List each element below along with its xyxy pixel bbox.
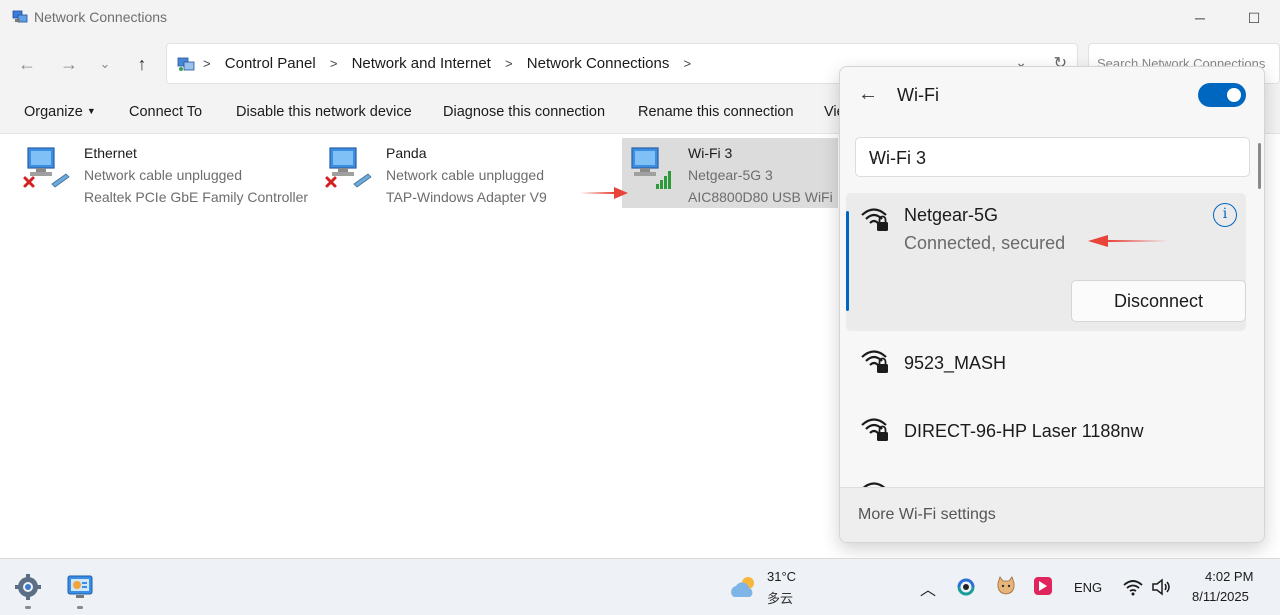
tap-adapter-icon [325,147,372,188]
chevron-down-icon: ⌄ [869,149,880,164]
adapter-device: TAP-Windows Adapter V9 [386,189,547,205]
network-list-item[interactable]: 9523_MASH [846,333,1246,393]
disconnect-button[interactable]: Disconnect [1071,280,1246,322]
network-list-item[interactable]: DIRECT-96-HP Laser 1188nw [846,401,1246,461]
partly-cloudy-icon[interactable] [728,573,760,601]
wifi-secured-icon [861,350,888,373]
info-icon[interactable]: i [1213,203,1237,227]
toggle-knob [1227,88,1241,102]
control-panel-taskbar-icon[interactable] [66,574,94,600]
adapter-tile-wifi-3[interactable]: Wi-Fi 3 Netgear-5G 3 AIC8800D80 USB WiFi [622,138,838,208]
organize-button[interactable]: Organize ▼ [24,104,96,120]
connection-state: Connected, secured [904,233,1066,253]
weather-description[interactable]: 多云 [767,588,793,607]
running-indicator [25,606,31,609]
network-ssid: 9523_MASH [904,353,1007,373]
annotation-arrow-icon [580,187,628,199]
wifi-toggle[interactable] [1198,83,1246,107]
connected-ssid: Netgear-5G [904,205,999,225]
adapter-status: Netgear-5G 3 [688,167,773,183]
clock-date[interactable]: 8/11/2025 [1192,589,1249,604]
breadcrumb-network-and-internet[interactable]: Network and Internet [352,55,491,72]
connect-to-button[interactable]: Connect To [129,104,202,120]
control-panel-icon [177,57,195,71]
red-app-tray-icon[interactable] [1033,576,1053,596]
flyout-title: Wi-Fi [897,85,939,105]
taskbar: 31°C 多云 ︿ ENG 4:02 PM 8/11/2025 [0,558,1280,615]
adapter-status: Network cable unplugged [84,167,242,183]
wifi-tray-icon[interactable] [1123,578,1143,596]
minimize-button[interactable]: ─ [1190,8,1210,28]
volume-tray-icon[interactable] [1151,578,1171,596]
wifi-secured-icon [861,418,888,441]
breadcrumb: > Control Panel > Network and Internet >… [203,55,692,72]
forward-button[interactable]: → [57,52,81,76]
adapter-name: Ethernet [84,145,137,161]
caret-down-icon: ▼ [86,106,96,116]
diagnose-button[interactable]: Diagnose this connection [443,104,605,120]
window-title: Network Connections [34,9,168,25]
network-ssid: DIRECT-96-HP Laser 1188nw [904,421,1144,441]
connected-network[interactable]: Netgear-5G Connected, secured i Disconne… [846,193,1246,331]
clock-time[interactable]: 4:02 PM [1205,569,1253,584]
adapter-name: Panda [386,145,427,161]
wifi-flyout: ← Wi-Fi Wi-Fi 3 ⌄ Netgear-5G Connected, … [839,66,1265,543]
breadcrumb-network-connections[interactable]: Network Connections [527,55,670,72]
show-hidden-icons-chevron-icon[interactable]: ︿ [920,576,936,600]
adapter-status: Network cable unplugged [386,167,544,183]
adapter-tile-ethernet[interactable]: Ethernet Network cable unplugged Realtek… [18,138,308,208]
adapter-select[interactable]: Wi-Fi 3 ⌄ [855,137,1250,177]
flyout-footer: More Wi-Fi settings [840,487,1264,542]
selection-accent [846,211,849,311]
title-bar: Network Connections ─ ☐ [0,0,1280,36]
adapter-tile-panda[interactable]: Panda Network cable unplugged TAP-Window… [320,138,570,208]
running-indicator [77,606,83,609]
app-tray-icon[interactable] [956,577,976,597]
back-button[interactable]: ← [15,52,39,76]
network-connections-icon [12,10,28,23]
adapter-name: Wi-Fi 3 [688,145,733,161]
up-button[interactable]: ↑ [130,52,154,76]
flyout-scrollbar[interactable] [1258,143,1261,189]
cat-app-tray-icon[interactable] [995,575,1017,597]
input-language[interactable]: ENG [1074,580,1102,595]
rename-button[interactable]: Rename this connection [638,104,794,120]
wifi-adapter-icon [631,147,671,189]
settings-gear-icon[interactable] [14,573,42,601]
adapter-device: Realtek PCIe GbE Family Controller [84,189,309,205]
ethernet-adapter-icon [23,147,70,188]
breadcrumb-control-panel[interactable]: Control Panel [225,55,316,72]
weather-temperature[interactable]: 31°C [767,569,796,584]
annotation-arrow-icon [1088,235,1168,247]
flyout-back-button[interactable]: ← [858,83,878,106]
more-wifi-settings-link[interactable]: More Wi-Fi settings [858,506,996,524]
maximize-button[interactable]: ☐ [1244,8,1264,28]
disable-device-button[interactable]: Disable this network device [236,104,412,120]
adapter-device: AIC8800D80 USB WiFi [688,189,833,205]
recent-locations-button[interactable]: ⌄ [93,52,117,76]
wifi-secured-icon [861,208,888,231]
organize-label: Organize [24,104,83,120]
